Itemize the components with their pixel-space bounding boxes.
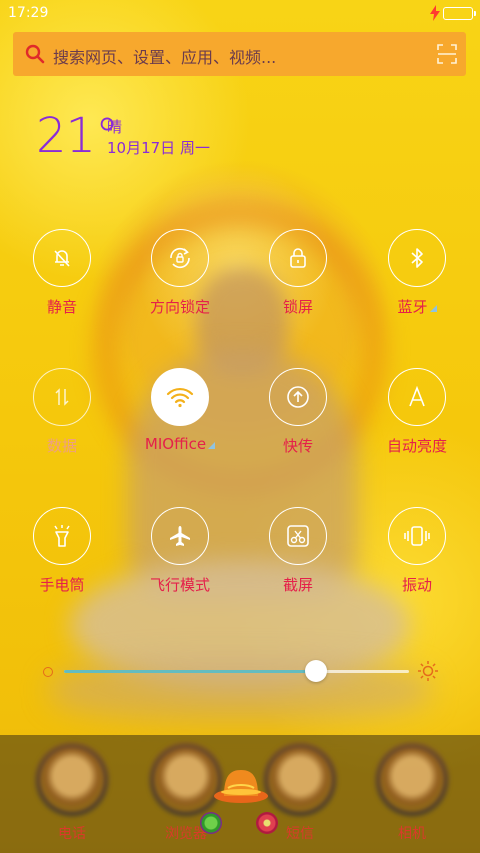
toggle-wifi-label: MIOffice [125,435,235,453]
toggle-bluetooth-label: 蓝牙 [362,296,472,317]
toggle-bluetooth-label-text: 蓝牙 [397,298,428,316]
toggle-vibrate[interactable]: 振动 [362,507,472,607]
toggle-mobile-data-button[interactable] [33,368,91,426]
toggle-airplane-mode-button[interactable] [151,507,209,565]
charging-icon [430,5,440,21]
toggle-bluetooth[interactable]: 蓝牙 [362,229,472,329]
toggle-mobile-data-label: 数据 [46,437,77,455]
mobile-data-icon [55,388,69,406]
status-time: 17:29 [8,5,49,21]
hat-decoration-icon [214,770,268,803]
toggle-airplane-mode[interactable]: 飞行模式 [125,507,235,607]
toggle-lock-screen[interactable]: 锁屏 [243,229,353,329]
rotation-lock-icon [170,247,190,269]
vibrate-icon [404,526,430,546]
search-icon [25,44,45,64]
toggle-screenshot[interactable]: 截屏 [243,507,353,607]
weather-condition: 晴 [107,118,123,136]
scan-icon[interactable] [437,44,457,64]
toggle-wifi-label-text: MIOffice [144,435,207,453]
toggle-rotation-lock-label: 方向锁定 [149,298,210,316]
toggle-auto-brightness[interactable]: 自动亮度 [362,368,472,468]
messages-app-icon[interactable] [261,741,339,819]
toggle-bluetooth-button[interactable] [388,229,446,287]
bluetooth-icon [411,248,423,268]
toggle-lock-screen-button[interactable] [269,229,327,287]
screenshot-icon [287,525,309,547]
toggle-quick-transfer-label: 快传 [282,437,313,455]
dock-app-camera-label: 相机 [398,826,426,842]
auto-brightness-icon [409,386,425,407]
status-bar: 17:29 [0,0,480,28]
phone-app-icon[interactable] [33,741,111,819]
toggle-lock-screen-label: 锁屏 [282,298,313,316]
toggle-screenshot-label: 截屏 [282,576,313,594]
toggle-vibrate-label: 振动 [401,576,432,594]
wallpaper-figure-base [50,660,430,720]
airplane-icon [170,526,190,546]
brightness-slider-fill [64,670,316,673]
red-badge-icon [256,812,278,834]
toggle-quick-transfer-button[interactable] [269,368,327,426]
search-placeholder[interactable]: 搜索网页、设置、应用、视频... [53,44,276,68]
dock-app-phone-label: 电话 [58,826,86,842]
brightness-low-icon [43,667,53,677]
toggle-wifi[interactable]: MIOffice [125,368,235,468]
toggle-flashlight-label: 手电筒 [39,576,85,594]
toggle-rotation-lock[interactable]: 方向锁定 [125,229,235,329]
toggle-wifi-button[interactable] [151,368,209,426]
camera-app-icon[interactable] [373,741,451,819]
toggle-screenshot-button[interactable] [269,507,327,565]
weather-temperature[interactable]: 21° [36,108,119,164]
dock-app-camera[interactable]: 相机 [362,735,462,843]
search-bar[interactable]: 搜索网页、设置、应用、视频... [13,32,466,76]
menu-indicator-icon [429,305,437,312]
wifi-icon [166,387,194,408]
green-badge-icon [200,812,222,834]
toggle-vibrate-button[interactable] [388,507,446,565]
toggle-rotation-lock-button[interactable] [151,229,209,287]
brightness-high-icon [418,661,438,681]
toggle-silent-button[interactable] [33,229,91,287]
battery-icon [443,7,476,20]
toggle-silent-label: 静音 [46,298,77,316]
dock-app-phone[interactable]: 电话 [22,735,122,843]
lock-icon [290,248,306,268]
toggle-auto-brightness-label: 自动亮度 [386,437,447,455]
brightness-slider[interactable] [64,660,409,682]
toggle-flashlight-button[interactable] [33,507,91,565]
flashlight-icon [54,525,70,547]
toggle-auto-brightness-button[interactable] [388,368,446,426]
toggle-mobile-data[interactable]: 数据 [7,368,117,468]
toggle-silent[interactable]: 静音 [7,229,117,329]
quick-transfer-icon [287,386,309,408]
weather-date: 10月17日 周一 [107,139,210,157]
brightness-slider-thumb[interactable] [304,660,327,682]
toggle-flashlight[interactable]: 手电筒 [7,507,117,607]
toggle-quick-transfer[interactable]: 快传 [243,368,353,468]
bell-off-icon [54,250,70,267]
menu-indicator-icon [208,442,216,449]
toggle-airplane-mode-label: 飞行模式 [149,576,210,594]
